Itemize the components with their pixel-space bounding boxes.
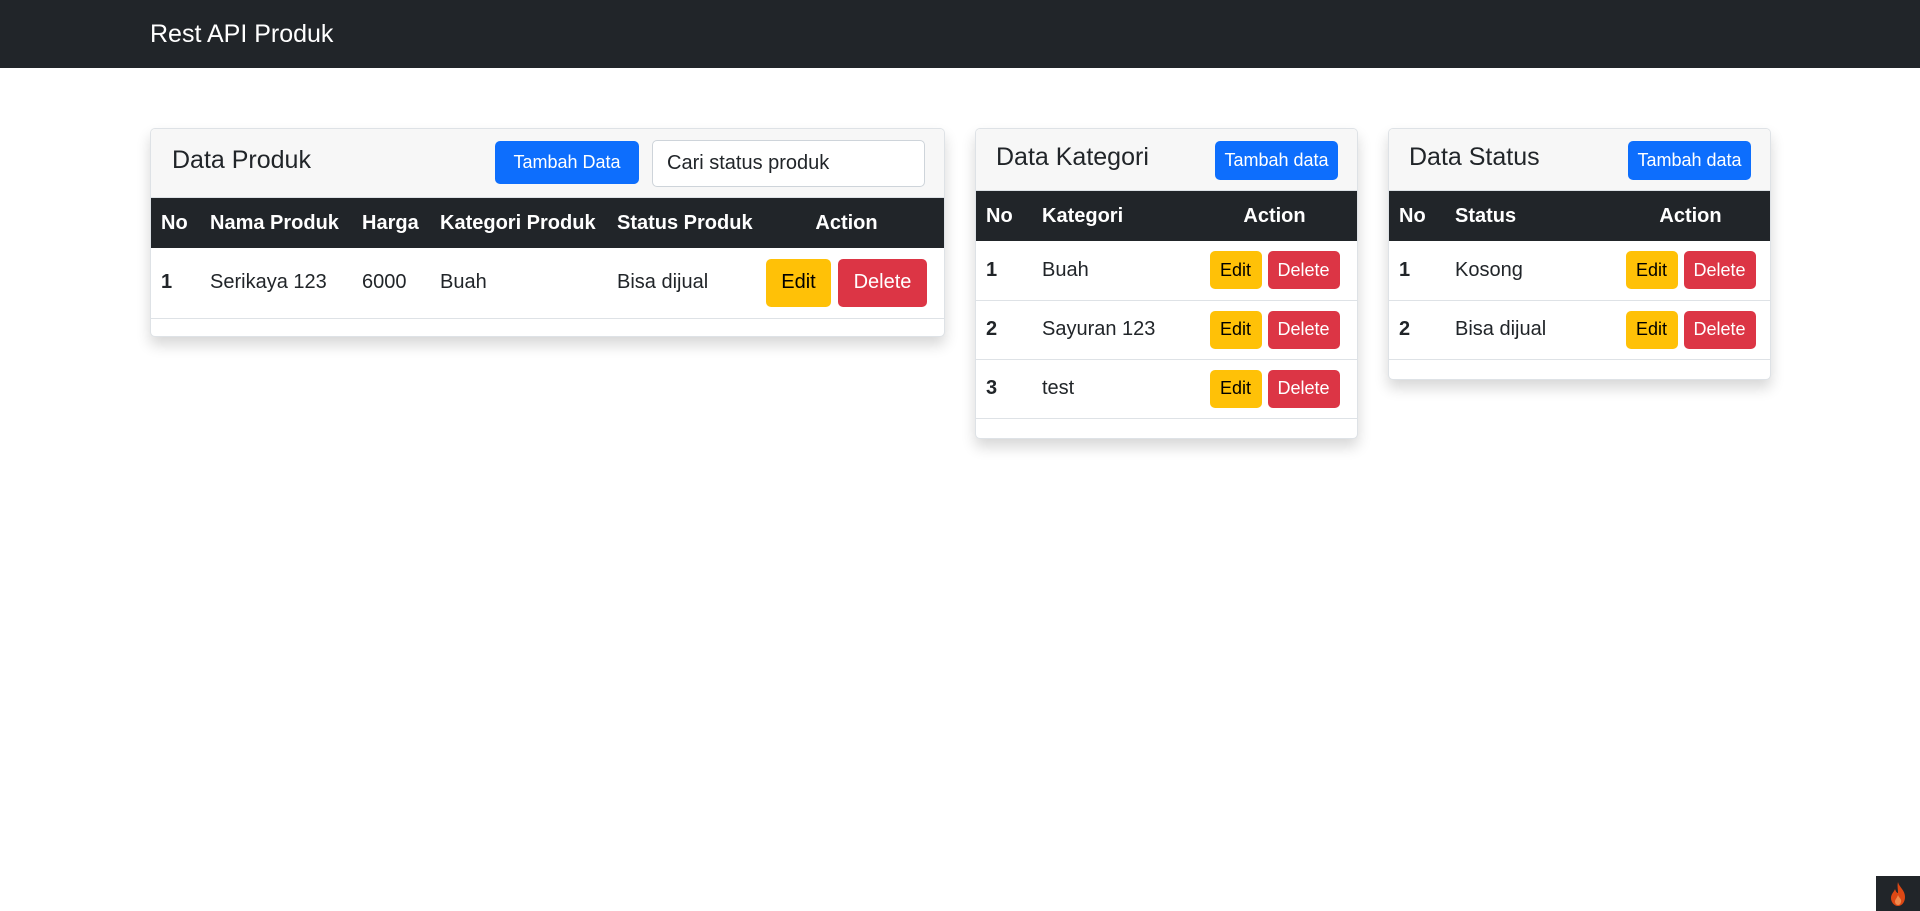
table-row: 1 Buah Edit Delete [976, 241, 1357, 301]
row-actions: Edit Delete [1192, 359, 1357, 419]
row-actions: Edit Delete [1611, 241, 1770, 301]
row-action-group: Edit Delete [1202, 310, 1347, 349]
status-table: No Status Action 1 Kosong Edit Delete 2 … [1389, 191, 1770, 360]
flame-icon[interactable] [1876, 876, 1920, 911]
row-actions: Edit Delete [749, 248, 944, 319]
column-header-status: Status [1455, 204, 1517, 227]
delete-button[interactable]: Delete [838, 258, 927, 307]
edit-button[interactable]: Edit [1209, 251, 1262, 290]
delete-button[interactable]: Delete [1683, 251, 1756, 290]
search-produk-input[interactable] [652, 140, 925, 187]
row-action-group: Edit Delete [759, 258, 934, 307]
column-header-nama-produk: Nama Produk [210, 211, 339, 234]
kategori-table-header: No Kategori Action [976, 191, 1357, 241]
status-card-header: Data Status Tambah data [1389, 129, 1770, 191]
delete-button[interactable]: Delete [1267, 310, 1340, 349]
edit-button[interactable]: Edit [766, 258, 831, 307]
column-header-no: No [1399, 204, 1426, 227]
navbar-brand[interactable]: Rest API Produk [150, 18, 333, 50]
column-header-no: No [986, 204, 1013, 227]
tambah-kategori-button[interactable]: Tambah data [1215, 141, 1338, 180]
row-status-produk: Bisa dijual [607, 248, 749, 319]
row-no: 3 [976, 359, 1032, 419]
produk-table-header: No Nama Produk Harga Kategori Produk Sta… [151, 198, 944, 248]
column-header-action: Action [1243, 204, 1306, 227]
column-header-action: Action [1659, 204, 1722, 227]
produk-card: Data Produk Tambah Data No Nama Produk H… [150, 128, 945, 337]
row-status: Bisa dijual [1445, 300, 1611, 360]
row-no: 2 [1389, 300, 1445, 360]
table-row: 1 Serikaya 123 6000 Buah Bisa dijual Edi… [151, 248, 944, 319]
delete-button[interactable]: Delete [1267, 369, 1340, 408]
row-action-group: Edit Delete [1202, 251, 1347, 290]
table-row: 2 Bisa dijual Edit Delete [1389, 300, 1770, 360]
row-nama-produk: Serikaya 123 [200, 248, 352, 319]
row-kategori-produk: Buah [430, 248, 607, 319]
status-table-header: No Status Action [1389, 191, 1770, 241]
row-kategori: test [1032, 359, 1192, 419]
tambah-status-button[interactable]: Tambah data [1628, 141, 1751, 180]
kategori-card: Data Kategori Tambah data No Kategori Ac… [975, 128, 1358, 439]
edit-button[interactable]: Edit [1625, 251, 1678, 290]
edit-button[interactable]: Edit [1625, 310, 1678, 349]
status-card: Data Status Tambah data No Status Action… [1388, 128, 1771, 380]
row-actions: Edit Delete [1192, 300, 1357, 360]
produk-card-header: Data Produk Tambah Data [151, 129, 944, 198]
edit-button[interactable]: Edit [1209, 369, 1262, 408]
produk-card-title: Data Produk [172, 146, 311, 174]
table-row: 3 test Edit Delete [976, 359, 1357, 419]
column-header-kategori: Kategori [1042, 204, 1124, 227]
edit-button[interactable]: Edit [1209, 310, 1262, 349]
row-actions: Edit Delete [1611, 300, 1770, 360]
row-status: Kosong [1445, 241, 1611, 301]
row-action-group: Edit Delete [1621, 310, 1760, 349]
column-header-action: Action [815, 211, 878, 234]
delete-button[interactable]: Delete [1683, 310, 1756, 349]
row-kategori: Sayuran 123 [1032, 300, 1192, 360]
row-actions: Edit Delete [1192, 241, 1357, 301]
column-header-harga: Harga [362, 211, 419, 234]
status-card-title: Data Status [1409, 143, 1540, 171]
kategori-table: No Kategori Action 1 Buah Edit Delete 2 … [976, 191, 1357, 419]
tambah-produk-button[interactable]: Tambah Data [495, 141, 639, 184]
row-no: 2 [976, 300, 1032, 360]
delete-button[interactable]: Delete [1267, 251, 1340, 290]
column-header-kategori-produk: Kategori Produk [440, 211, 596, 234]
row-harga: 6000 [352, 248, 430, 319]
produk-table: No Nama Produk Harga Kategori Produk Sta… [151, 198, 944, 319]
column-header-no: No [161, 211, 188, 234]
row-kategori: Buah [1032, 241, 1192, 301]
kategori-card-header: Data Kategori Tambah data [976, 129, 1357, 191]
kategori-card-title: Data Kategori [996, 143, 1149, 171]
table-row: 2 Sayuran 123 Edit Delete [976, 300, 1357, 360]
table-row: 1 Kosong Edit Delete [1389, 241, 1770, 301]
column-header-status-produk: Status Produk [617, 211, 753, 234]
row-no: 1 [1389, 241, 1445, 301]
flame-icon-svg [1891, 881, 1905, 906]
navbar: Rest API Produk [0, 0, 1920, 68]
row-action-group: Edit Delete [1621, 251, 1760, 290]
row-action-group: Edit Delete [1202, 369, 1347, 408]
row-no: 1 [976, 241, 1032, 301]
row-no: 1 [151, 248, 200, 319]
